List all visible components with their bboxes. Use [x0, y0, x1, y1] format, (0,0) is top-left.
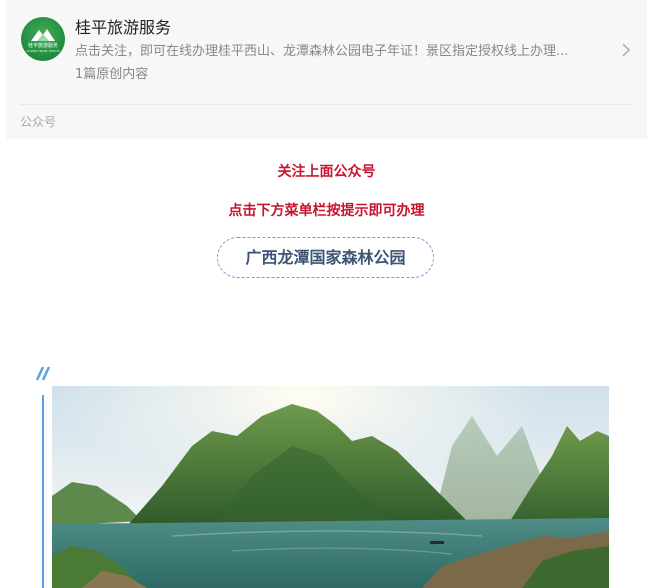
park-name-tag: 广西龙潭国家森林公园	[217, 237, 434, 278]
card-footer-label: 公众号	[20, 115, 57, 129]
decorative-vertical-line	[42, 395, 44, 588]
avatar-logo-text: 桂平旅游服务	[28, 42, 58, 49]
follow-instruction: 关注上面公众号	[277, 164, 376, 180]
original-content-count: 1篇原创内容	[75, 67, 149, 82]
card-divider	[20, 104, 633, 105]
account-avatar[interactable]: 桂平旅游服务 GUIPING TRAVEL SERVICE	[21, 17, 65, 61]
landscape-photo	[52, 386, 609, 588]
account-card[interactable]: 桂平旅游服务 GUIPING TRAVEL SERVICE 桂平旅游服务 点击关…	[6, 0, 647, 139]
mountain-logo-icon: 桂平旅游服务 GUIPING TRAVEL SERVICE	[26, 29, 60, 53]
account-name[interactable]: 桂平旅游服务	[75, 18, 171, 38]
account-description: 点击关注，即可在线办理桂平西山、龙潭森林公园电子年证！景区指定授权线上办理...	[75, 44, 569, 59]
double-slash-icon	[34, 364, 54, 382]
article-page: 桂平旅游服务 GUIPING TRAVEL SERVICE 桂平旅游服务 点击关…	[0, 0, 653, 588]
menu-instruction: 点击下方菜单栏按提示即可办理	[228, 203, 425, 219]
chevron-right-icon[interactable]	[618, 40, 634, 60]
avatar-logo-subtext: GUIPING TRAVEL SERVICE	[26, 49, 60, 53]
